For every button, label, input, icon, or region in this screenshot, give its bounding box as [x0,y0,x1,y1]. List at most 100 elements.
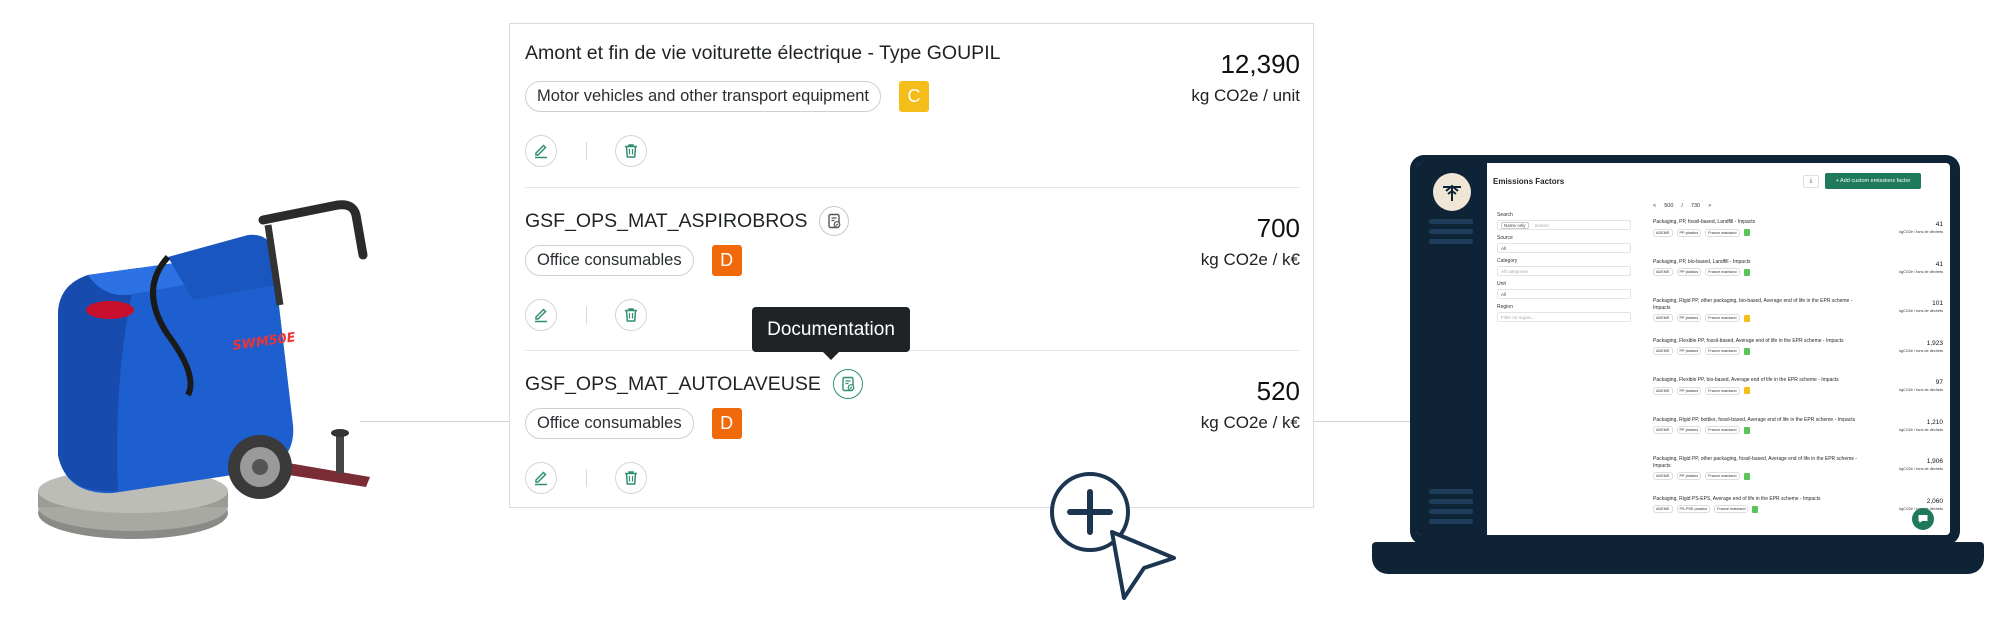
category-placeholder: All categories [1501,268,1529,274]
factor-list: Packaging, PP, fossil-based, Landfill - … [1653,219,1943,535]
list-item-name: Packaging, PP, bio-based, Landfill - Imp… [1653,258,1751,265]
category-tag: PP plastics [1676,472,1702,480]
delete-button[interactable] [615,135,647,167]
documentation-tooltip: Documentation [752,307,910,360]
unit-label: Unit [1497,281,1506,287]
list-item[interactable]: Packaging, PP, fossil-based, Landfill - … [1653,219,1943,259]
source-tag: ADEME [1653,268,1673,276]
source-name: ADEME [1656,349,1670,353]
list-item[interactable]: Packaging, Flexible PP, bio-based, Avera… [1653,377,1943,417]
pencil-icon [535,308,547,323]
list-item-value: 1,906 [1926,458,1943,465]
search-mode[interactable]: Name only [1501,221,1529,229]
next-page-button[interactable]: > [1708,203,1711,209]
list-item-value: 41 [1935,260,1943,268]
edit-button[interactable] [525,299,557,331]
factor-unit: kg CO2e / k€ [1200,250,1300,269]
factor-title: GSF_OPS_MAT_AUTOLAVEUSE [525,369,863,399]
list-item[interactable]: Packaging, Flexible PP, fossil-based, Av… [1653,338,1943,378]
factor-row: GSF_OPS_MAT_ASPIROBROS Office consumable… [525,187,1300,350]
page-separator: / [1681,203,1683,209]
filters-panel: Search Name only Search Source All Categ… [1497,207,1631,322]
chat-button[interactable] [1912,508,1934,530]
connector-right [1314,421,1414,422]
unit-select[interactable]: All [1497,289,1631,299]
sidebar-item[interactable] [1429,519,1473,524]
pagination: < 500 / 730 > [1653,203,1711,209]
list-item-name: Packaging, Rigid PP, other packaging, fo… [1653,456,1858,469]
category-tag: PP plastics [1676,268,1702,276]
region-label: Region [1497,304,1513,310]
list-item-value: 97 [1935,379,1943,386]
category-chip: Office consumables [525,408,694,439]
delete-button[interactable] [615,299,647,331]
edit-button[interactable] [525,462,557,494]
region-tag: France mainland [1705,228,1740,237]
sidebar-item[interactable] [1429,489,1473,494]
sidebar-item[interactable] [1429,509,1473,514]
source-tag: ADEME [1653,386,1673,395]
add-custom-factor-button[interactable]: + Add custom emissions factor [1825,173,1921,189]
factor-unit: kg CO2e / unit [1191,86,1300,105]
category-chip: Office consumables [525,245,694,276]
delete-button[interactable] [615,462,647,494]
laptop-screen: Emissions Factors ⤓ + Add custom emissio… [1417,163,1950,535]
sidebar-item[interactable] [1429,219,1473,224]
documentation-button[interactable] [832,369,863,399]
region-tag: France mainland [1705,426,1740,434]
source-tag: ADEME [1653,426,1673,434]
source-name: ADEME [1656,270,1670,274]
list-item[interactable]: Packaging, Rigid PS-EPS, Average end of … [1653,496,1943,536]
download-button[interactable]: ⤓ [1803,175,1819,188]
grade-badge [1743,387,1750,394]
prev-page-button[interactable]: < [1653,203,1656,209]
documentation-button[interactable] [819,206,850,236]
factor-value: 700 [1256,213,1300,243]
category-tag: PP plastics [1676,426,1702,434]
source-tag: ADEME [1653,505,1673,513]
region-tag: France mainland [1705,268,1740,276]
factor-row: Amont et fin de vie voiturette électriqu… [525,24,1300,187]
sidebar-item[interactable] [1429,499,1473,504]
category-select[interactable]: All categories [1497,266,1631,276]
list-item[interactable]: Packaging, PP, bio-based, Landfill - Imp… [1653,259,1943,299]
source-name: ADEME [1656,474,1670,478]
factor-value: 520 [1256,376,1300,406]
list-item-name: Packaging, Rigid PS-EPS, Average end of … [1653,495,1821,502]
source-label: Source [1497,235,1513,241]
grade-badge [1743,314,1750,322]
region-tag: France mainland [1705,314,1740,322]
pencil-icon [535,471,547,486]
sidebar-item[interactable] [1429,239,1473,244]
grade-badge [1743,426,1750,434]
app-page-title: Emissions Factors [1493,177,1565,186]
source-tag: ADEME [1653,472,1673,480]
category-tag: PP plastics [1676,228,1702,237]
region-select[interactable]: Filter on region... [1497,312,1631,322]
trash-icon [625,308,637,322]
list-item[interactable]: Packaging, Rigid PP, other packaging, bi… [1653,298,1943,338]
list-item[interactable]: Packaging, Rigid PP, other packaging, fo… [1653,456,1943,496]
region-placeholder: Filter on region... [1501,314,1535,320]
list-item-value: 2,060 [1926,497,1943,505]
add-cursor-icon [1048,470,1178,610]
logo-icon [1443,184,1461,201]
list-item[interactable]: Packaging, Rigid PP, bottles, fossil-bas… [1653,417,1943,457]
source-select[interactable]: All [1497,243,1631,253]
list-item-value: 101 [1932,300,1943,307]
region-tag: France mainland [1705,347,1740,355]
grade-badge [1743,347,1750,355]
category-label: Category [1497,258,1518,264]
factor-title-text: GSF_OPS_MAT_AUTOLAVEUSE [525,372,821,395]
emission-factor-card: Amont et fin de vie voiturette électriqu… [509,23,1314,508]
list-item-unit: kgCO2e / tons de déchets [1899,269,1943,274]
action-divider [586,469,587,487]
list-item-unit: kgCO2e / tons de déchets [1899,388,1943,392]
edit-button[interactable] [525,135,557,167]
sidebar-item[interactable] [1429,229,1473,234]
search-input[interactable]: Name only Search [1497,220,1631,230]
list-item-name: Packaging, PP, fossil-based, Landfill - … [1653,219,1756,225]
category-tag: PP plastics [1676,347,1702,355]
grade-badge [1743,268,1750,276]
source-name: ADEME [1656,230,1670,235]
